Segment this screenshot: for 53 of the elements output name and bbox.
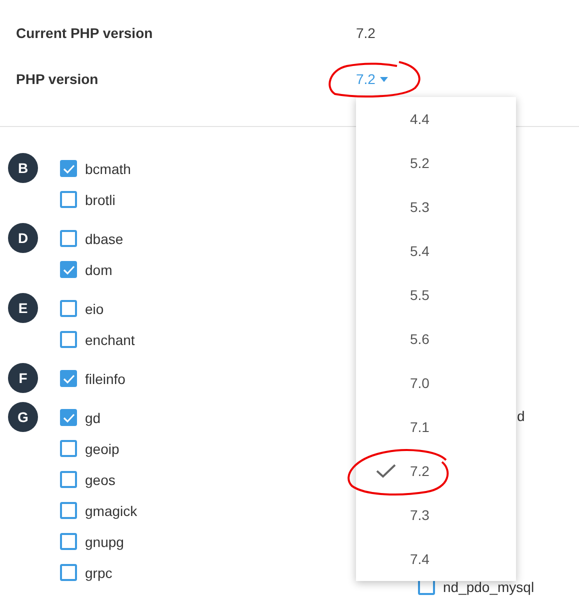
checkbox[interactable]	[60, 331, 77, 348]
extension-name: bcmath	[85, 160, 131, 176]
setting-label: Current PHP version	[16, 25, 154, 41]
extension-name: dom	[85, 262, 112, 278]
extension-name: gmagick	[85, 502, 138, 518]
checkbox[interactable]	[60, 471, 77, 488]
extension-name: d	[517, 408, 525, 424]
letter-badge: D	[8, 223, 38, 253]
checkbox[interactable]	[60, 300, 77, 317]
menu-item[interactable]: 5.6	[356, 317, 516, 361]
checkbox[interactable]	[60, 191, 77, 208]
extension-name: gnupg	[85, 534, 124, 550]
extension-name: enchant	[85, 332, 135, 348]
checkbox[interactable]	[60, 564, 77, 581]
menu-item[interactable]: 5.3	[356, 185, 516, 229]
menu-item[interactable]: 7.4	[356, 537, 516, 581]
extension-name: eio	[85, 300, 104, 316]
extension-name: dbase	[85, 230, 124, 246]
checkbox[interactable]	[60, 502, 77, 519]
extension-name: nd_pdo_mysql	[443, 578, 534, 594]
letter-badge: G	[8, 402, 38, 432]
caret-icon	[380, 76, 388, 82]
extension-name: geoip	[85, 440, 120, 456]
menu-item[interactable]: 5.5	[356, 273, 516, 317]
checkbox[interactable]	[60, 160, 77, 177]
extension-name: gd	[85, 410, 101, 426]
extension-name: grpc	[85, 564, 112, 580]
menu-item[interactable]: 5.4	[356, 229, 516, 273]
letter-badge: F	[8, 363, 38, 393]
checkbox[interactable]	[60, 230, 77, 247]
setting-label: PHP version	[16, 71, 100, 87]
setting-value: 7.2	[356, 25, 376, 41]
check-icon	[62, 164, 74, 174]
letter-badge: E	[8, 293, 38, 323]
check-icon	[376, 464, 396, 478]
menu-item[interactable]: 7.1	[356, 405, 516, 449]
extension-name: fileinfo	[85, 370, 126, 386]
checkbox[interactable]	[60, 261, 77, 278]
menu-item[interactable]: 4.4	[356, 97, 516, 141]
menu-item[interactable]: 7.3	[356, 493, 516, 537]
menu-item[interactable]: 5.2	[356, 141, 516, 185]
menu-item[interactable]: 7.2	[356, 449, 516, 493]
check-icon	[62, 264, 74, 274]
extension-name: geos	[85, 472, 116, 488]
letter-badge: B	[8, 153, 38, 183]
checkbox[interactable]	[60, 533, 77, 550]
extension-name: brotli	[85, 192, 116, 208]
checkbox[interactable]	[60, 440, 77, 457]
menu-item[interactable]: 7.0	[356, 361, 516, 405]
checkbox[interactable]	[60, 370, 77, 387]
checkbox[interactable]	[60, 409, 77, 426]
check-icon	[62, 374, 74, 384]
check-icon	[62, 412, 74, 422]
